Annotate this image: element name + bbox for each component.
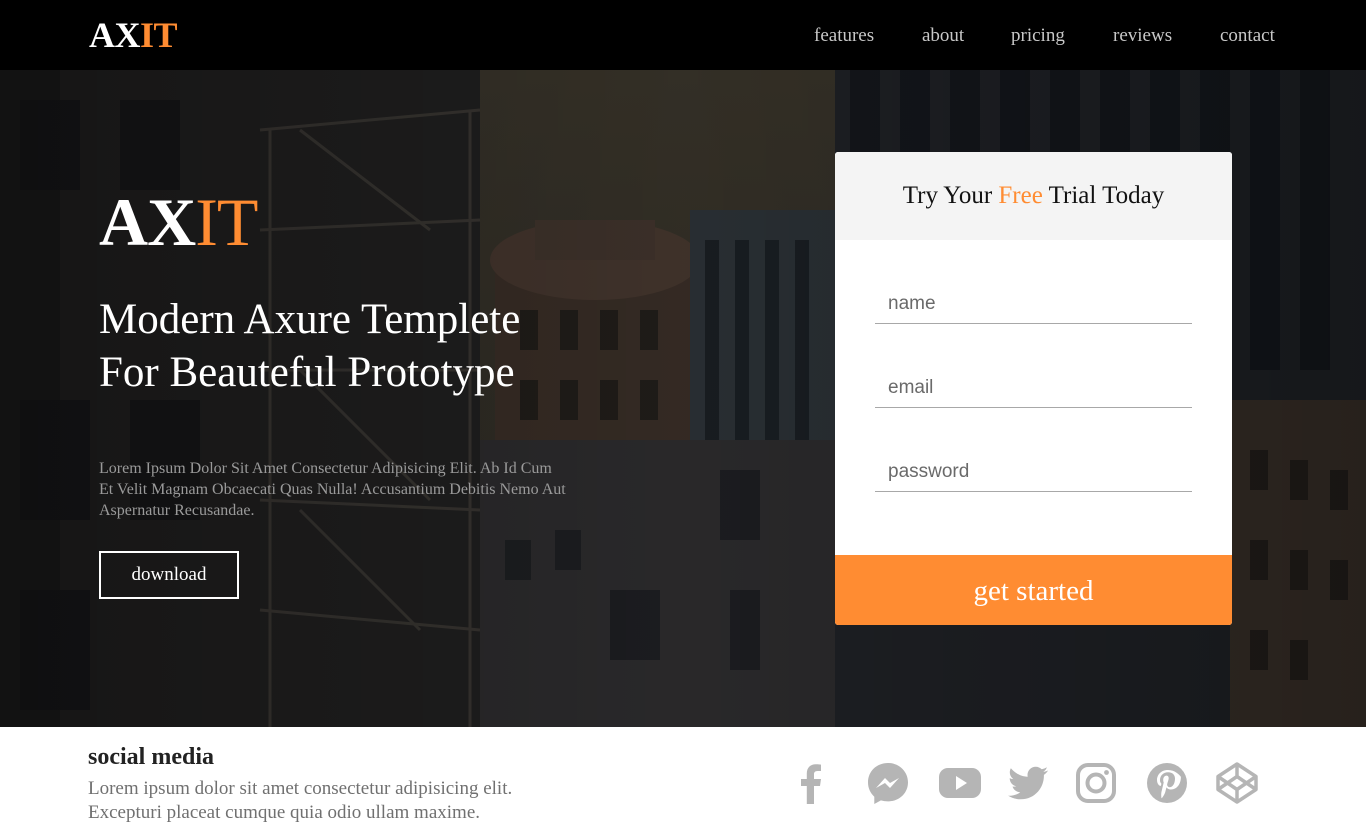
- nav-link-features[interactable]: features: [814, 24, 874, 48]
- signup-card-header: Try Your Free Trial Today: [835, 152, 1232, 240]
- hero-brand-main: AX: [99, 184, 196, 260]
- footer-text-line-2: Excepturi placeat cumque quia odio ullam…: [88, 802, 481, 823]
- get-started-button[interactable]: get started: [835, 555, 1232, 625]
- signup-card: Try Your Free Trial Today get started: [835, 152, 1232, 625]
- hero-headline: Modern Axure Templete For Beauteful Prot…: [99, 293, 619, 399]
- hero-brand-logo: AXIT: [99, 184, 258, 260]
- pinterest-icon[interactable]: [1144, 760, 1190, 806]
- signup-title-accent: Free: [998, 182, 1043, 209]
- facebook-icon[interactable]: [788, 760, 834, 806]
- nav-link-pricing[interactable]: pricing: [1011, 24, 1065, 48]
- footer-text-line-1: Lorem ipsum dolor sit amet consectetur a…: [88, 778, 513, 799]
- hero-headline-line-2: For Beauteful Prototype: [99, 349, 515, 396]
- footer-section: social media Lorem ipsum dolor sit amet …: [0, 727, 1366, 832]
- hero-description: Lorem Ipsum Dolor Sit Amet Consectetur A…: [99, 460, 566, 519]
- codepen-icon[interactable]: [1214, 760, 1260, 806]
- messenger-icon[interactable]: [865, 760, 911, 806]
- download-button[interactable]: download: [99, 551, 239, 599]
- instagram-icon[interactable]: [1073, 760, 1119, 806]
- hero-brand-accent: IT: [195, 184, 258, 260]
- footer-title: social media: [88, 744, 214, 770]
- hero-section: AXIT Modern Axure Templete For Beauteful…: [0, 70, 1366, 727]
- footer-text: Lorem ipsum dolor sit amet consectetur a…: [88, 777, 568, 825]
- nav-link-about[interactable]: about: [922, 24, 964, 48]
- password-field[interactable]: [875, 452, 1192, 492]
- email-field[interactable]: [875, 368, 1192, 408]
- nav-link-contact[interactable]: contact: [1220, 24, 1275, 48]
- name-field[interactable]: [875, 284, 1192, 324]
- nav-link-reviews[interactable]: reviews: [1113, 24, 1172, 48]
- signup-title-after: Trial Today: [1042, 182, 1165, 209]
- top-navbar: AXIT features about pricing reviews cont…: [0, 0, 1366, 70]
- hero-headline-line-1: Modern Axure Templete: [99, 296, 521, 343]
- signup-title-before: Try Your: [902, 182, 999, 209]
- signup-card-title: Try Your Free Trial Today: [903, 182, 1165, 209]
- youtube-icon[interactable]: [937, 760, 983, 806]
- twitter-icon[interactable]: [1005, 760, 1051, 806]
- main-nav: features about pricing reviews contact: [0, 24, 1366, 48]
